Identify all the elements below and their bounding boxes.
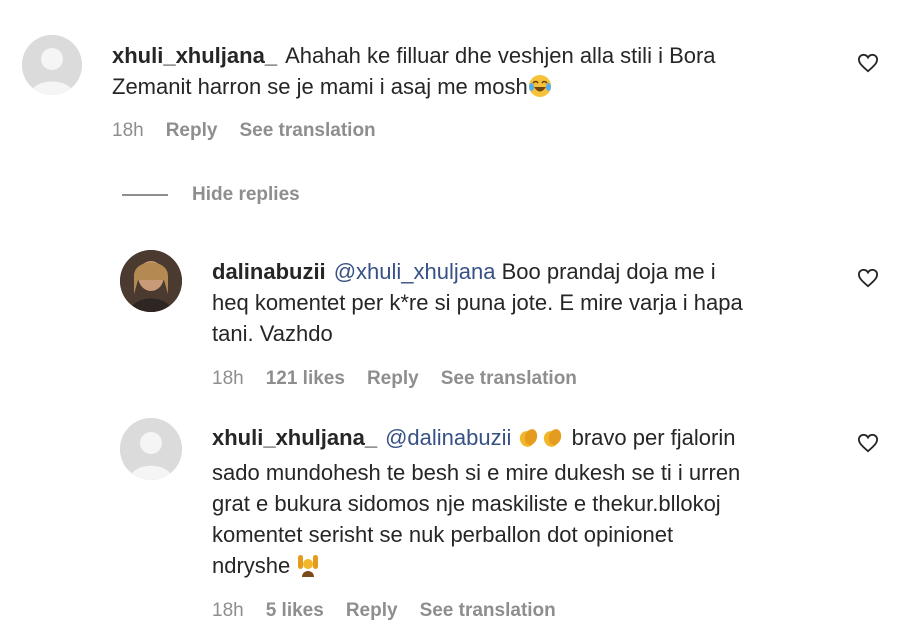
comment-body-line: sado mundohesh te besh si e mire dukesh … (212, 460, 741, 485)
hide-replies-label: Hide replies (192, 184, 300, 205)
default-avatar-icon[interactable] (22, 35, 82, 95)
comment-time: 18h (212, 600, 244, 621)
default-avatar-icon[interactable] (120, 418, 182, 480)
divider (122, 194, 168, 196)
reply-button[interactable]: Reply (166, 120, 218, 141)
comment-body-line: bravo per fjalorin (571, 425, 736, 450)
comment-body-line: ndryshe (212, 553, 291, 578)
reply-button[interactable]: Reply (367, 368, 419, 389)
comment-time: 18h (112, 120, 144, 141)
comment-3-meta: 18h 5 likes Reply See translation (212, 600, 578, 622)
reply-button[interactable]: Reply (346, 600, 398, 621)
see-translation-button[interactable]: See translation (441, 368, 577, 389)
comment-2-text: dalinabuzii @xhuli_xhuljana Boo prandaj d… (212, 256, 832, 349)
clapping-hands-emoji (517, 425, 541, 457)
laughing-crying-emoji (528, 74, 552, 106)
likes-count[interactable]: 5 likes (266, 600, 324, 621)
person-raising-hands-emoji (296, 551, 320, 585)
comment-username[interactable]: dalinabuzii (212, 259, 326, 284)
comment-2-meta: 18h 121 likes Reply See translation (212, 368, 599, 390)
comment-3-text: xhuli_xhuljana_ @dalinabuzii bravo per fj… (212, 422, 832, 585)
see-translation-button[interactable]: See translation (420, 600, 556, 621)
comment-body-line: Ahahah ke filluar dhe veshjen alla stili… (285, 43, 716, 68)
comment-body-line: Boo prandaj doja me i (501, 259, 716, 284)
likes-count[interactable]: 121 likes (266, 368, 345, 389)
heart-outline-icon[interactable] (857, 433, 879, 453)
heart-outline-icon[interactable] (857, 53, 879, 73)
comment-body-line: tani. Vazhdo (212, 321, 333, 346)
user-avatar[interactable] (120, 250, 182, 312)
see-translation-button[interactable]: See translation (239, 120, 375, 141)
mention-link[interactable]: @xhuli_xhuljana (334, 259, 496, 284)
clapping-hands-emoji (541, 425, 565, 457)
mention-link[interactable]: @dalinabuzii (385, 425, 511, 450)
comment-username[interactable]: xhuli_xhuljana_ (112, 43, 277, 68)
hide-replies-button[interactable]: Hide replies (122, 182, 300, 208)
comment-body-line: komentet serisht se nuk perballon dot op… (212, 522, 674, 547)
comment-body-line: Zemanit harron se je mami i asaj me mosh (112, 74, 528, 99)
comment-1-meta: 18h Reply See translation (112, 120, 398, 142)
comment-body-line: grat e bukura sidomos nje maskiliste e t… (212, 491, 721, 516)
comment-time: 18h (212, 368, 244, 389)
comment-body-line: heq komentet per k*re si puna jote. E mi… (212, 290, 743, 315)
comment-1-text: xhuli_xhuljana_ Ahahah ke filluar dhe ves… (112, 40, 832, 106)
heart-outline-icon[interactable] (857, 268, 879, 288)
comment-username[interactable]: xhuli_xhuljana_ (212, 425, 377, 450)
